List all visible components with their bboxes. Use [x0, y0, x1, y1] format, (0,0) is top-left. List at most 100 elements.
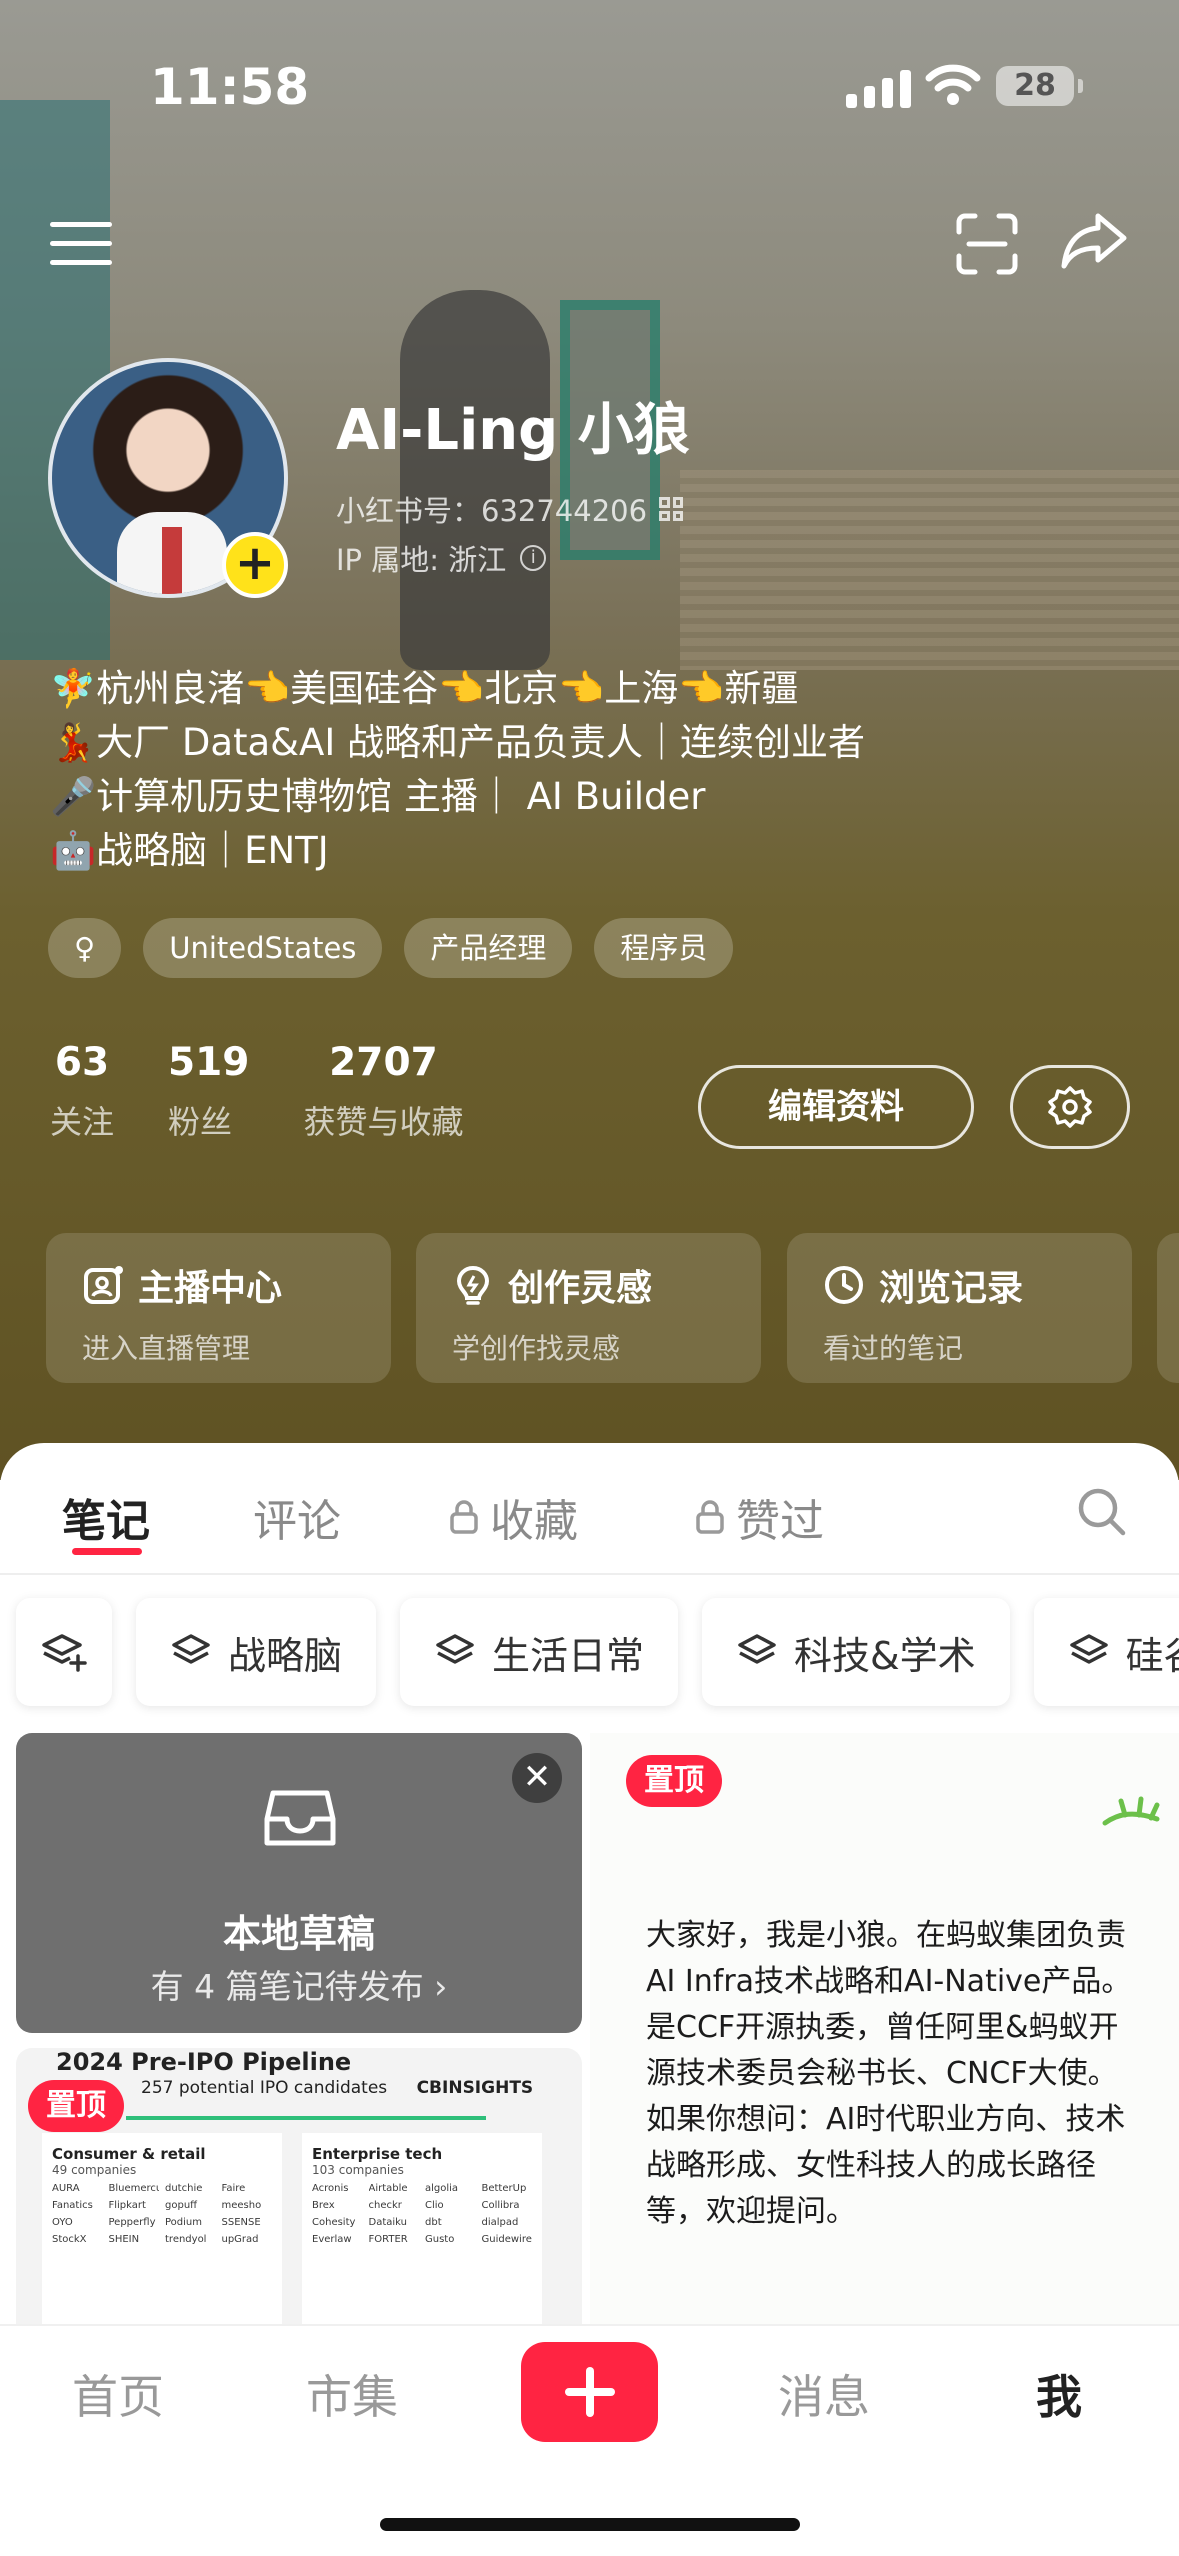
profile-tags: ♀ UnitedStates 产品经理 程序员 — [48, 918, 734, 978]
tab-comments[interactable]: 评论 — [253, 1485, 341, 1549]
note-image-divider — [126, 2116, 486, 2120]
logo-grid: AURA Bluemercury dutchie Faire Fanatics … — [52, 2183, 272, 2245]
company-logo: Gusto — [425, 2234, 455, 2245]
quick-link-title: 主播中心 — [138, 1268, 283, 1309]
company-logo: dutchie — [165, 2183, 203, 2194]
note-card-intro[interactable]: 置顶 大家好，我是小狼。在蚂蚁集团负责AI Infra技术战略和AI-Nativ… — [590, 1733, 1179, 2338]
leaf-doodle-icon — [1102, 1796, 1160, 1826]
profile-bio[interactable]: 🧚杭州良渚👈美国硅谷👈北京👈上海👈新疆 💃大厂 Data&AI 战略和产品负责人… — [50, 662, 865, 878]
tag-gender[interactable]: ♀ — [48, 918, 122, 978]
menu-icon[interactable] — [50, 222, 112, 266]
live-icon — [84, 1266, 123, 1304]
draft-subtitle: 有 4 篇笔记待发布 › — [150, 1967, 448, 2006]
tag-location[interactable]: UnitedStates — [143, 918, 383, 978]
nav-market[interactable]: 市集 — [306, 2361, 398, 2427]
company-logo: Fanatics — [52, 2200, 93, 2211]
album-chip[interactable]: 战略脑 — [136, 1598, 377, 1706]
quick-link-inspiration[interactable]: 创作灵感 学创作找灵感 — [416, 1233, 761, 1383]
company-logo: Brex — [312, 2200, 335, 2211]
stat-label: 粉丝 — [168, 1103, 233, 1141]
tab-label: 收藏 — [490, 1496, 578, 1547]
company-logo: Acronis — [312, 2183, 349, 2194]
share-icon[interactable] — [1060, 210, 1130, 272]
panel-title: Consumer & retail — [52, 2145, 206, 2163]
tab-active-indicator — [72, 1548, 142, 1555]
company-logo: Collibra — [481, 2200, 520, 2211]
background-sketch — [0, 100, 110, 660]
search-icon[interactable] — [1075, 1485, 1129, 1539]
stat-likes[interactable]: 2707 获赞与收藏 — [303, 1040, 463, 1143]
company-logo: Clio — [425, 2200, 444, 2211]
wifi-icon — [925, 64, 981, 105]
company-logo: SSENSE — [221, 2217, 261, 2228]
tab-label: 评论 — [253, 1496, 341, 1547]
settings-button[interactable] — [1010, 1065, 1130, 1149]
add-album-button[interactable] — [16, 1598, 112, 1706]
panel-count: 103 companies — [312, 2163, 404, 2177]
album-chip[interactable]: 科技&学术 — [702, 1598, 1010, 1706]
quick-link-subtitle: 进入直播管理 — [82, 1332, 251, 1365]
tab-label: 赞过 — [736, 1496, 824, 1547]
panel-title: Enterprise tech — [312, 2145, 443, 2163]
local-drafts-card[interactable]: ✕ 本地草稿 有 4 篇笔记待发布 › — [16, 1733, 582, 2033]
album-chip[interactable]: 生活日常 — [400, 1598, 679, 1706]
ip-location: IP 属地: 浙江 i — [336, 537, 547, 579]
company-logo: StockX — [52, 2234, 87, 2245]
company-logo: SHEIN — [108, 2234, 140, 2245]
note-card-pipeline[interactable]: 2024 Pre-IPO Pipeline 257 potential IPO … — [16, 2048, 582, 2338]
stat-label: 获赞与收藏 — [303, 1103, 464, 1141]
create-post-button[interactable] — [521, 2342, 658, 2442]
edit-profile-button[interactable]: 编辑资料 — [698, 1065, 974, 1149]
company-logo: AURA — [52, 2183, 80, 2194]
company-logo: dbt — [425, 2217, 442, 2228]
bio-line: 🎤计算机历史博物馆 主播｜ AI Builder — [50, 775, 706, 818]
status-time: 11:58 — [150, 58, 310, 116]
stat-followers[interactable]: 519 粉丝 — [168, 1040, 249, 1143]
user-id[interactable]: 小红书号：632744206 — [336, 488, 684, 530]
stat-number: 519 — [168, 1040, 250, 1085]
note-image-title: 2024 Pre-IPO Pipeline — [56, 2048, 352, 2076]
nav-messages[interactable]: 消息 — [778, 2361, 870, 2427]
lock-icon — [450, 1500, 478, 1534]
profile-tabs: 笔记 评论 收藏 赞过 — [0, 1443, 1179, 1575]
bottom-navigation: 首页 市集 消息 我 — [0, 2324, 1179, 2556]
tab-notes[interactable]: 笔记 — [62, 1485, 150, 1549]
tag-profession[interactable]: 程序员 — [594, 918, 734, 978]
company-logo: Flipkart — [108, 2200, 146, 2211]
nav-home[interactable]: 首页 — [72, 2361, 164, 2427]
stat-following[interactable]: 63 关注 — [50, 1040, 114, 1143]
add-avatar-icon[interactable]: + — [222, 532, 288, 598]
nav-me[interactable]: 我 — [1036, 2361, 1082, 2427]
tab-label: 笔记 — [62, 1496, 150, 1547]
quick-link-live-center[interactable]: 主播中心 进入直播管理 — [46, 1233, 391, 1383]
company-logo: algolia — [425, 2183, 459, 2194]
note-image-panel: Enterprise tech 103 companies Acronis Ai… — [302, 2133, 542, 2338]
album-chip[interactable]: 硅谷 — [1033, 1598, 1179, 1706]
bio-line: 💃大厂 Data&AI 战略和产品负责人｜连续创业者 — [50, 721, 866, 764]
company-logo: Guidewire — [481, 2234, 532, 2245]
qr-code-icon[interactable] — [659, 497, 684, 521]
quick-link-subtitle: 看过的笔记 — [823, 1332, 964, 1365]
scan-icon[interactable] — [955, 212, 1019, 276]
draft-title: 本地草稿 — [222, 1912, 375, 1956]
company-logo: dialpad — [481, 2217, 519, 2228]
tab-likes[interactable]: 赞过 — [694, 1485, 824, 1549]
album-label: 生活日常 — [492, 1633, 645, 1678]
info-icon[interactable]: i — [520, 545, 547, 571]
quick-link-history[interactable]: 浏览记录 看过的笔记 — [787, 1233, 1132, 1383]
company-logo: gopuff — [165, 2200, 198, 2211]
tag-profession[interactable]: 产品经理 — [404, 918, 573, 978]
close-icon[interactable]: ✕ — [512, 1753, 562, 1803]
company-logo: Airtable — [368, 2183, 408, 2194]
tab-collections[interactable]: 收藏 — [448, 1485, 578, 1549]
quick-link-title: 浏览记录 — [879, 1268, 1024, 1309]
company-logo: Bluemercury — [108, 2183, 160, 2194]
layers-icon — [172, 1634, 210, 1664]
user-id-text: 小红书号：632744206 — [336, 494, 648, 528]
layers-icon — [436, 1634, 474, 1664]
layers-icon — [1069, 1634, 1108, 1664]
note-image-subtitle: 257 potential IPO candidates CBINSIGHTS — [141, 2078, 533, 2098]
quick-link-more[interactable] — [1157, 1233, 1179, 1383]
company-logo: Cohesity — [312, 2217, 356, 2228]
album-label: 硅谷 — [1125, 1633, 1179, 1678]
